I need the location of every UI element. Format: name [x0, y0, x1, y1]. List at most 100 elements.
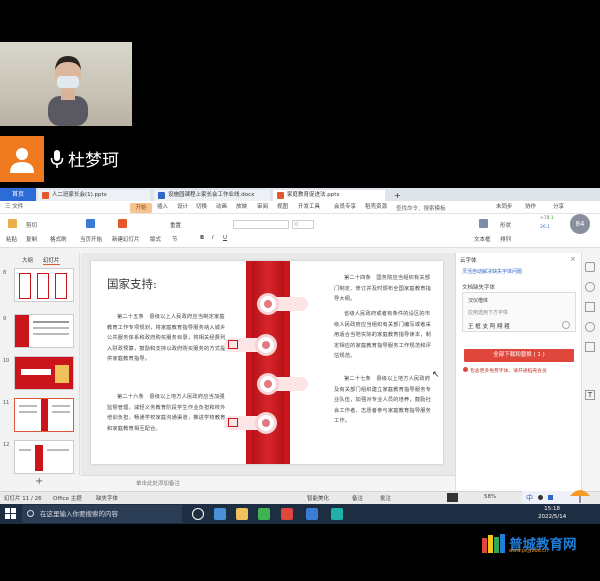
- camera-feed: [0, 42, 132, 126]
- umbrella-icon: [570, 490, 590, 503]
- underline-button[interactable]: U: [223, 235, 227, 241]
- tab-document[interactable]: 设施园课程上家长会工作业线.docx: [154, 190, 270, 201]
- word-file-icon: [158, 192, 165, 199]
- collaborate-button[interactable]: 协作: [525, 204, 536, 211]
- new-slide-button[interactable]: 新建幻灯片: [112, 235, 140, 243]
- tab-slides[interactable]: 幻灯片: [43, 256, 60, 265]
- slide-thumbnail[interactable]: [14, 314, 74, 348]
- reset-button[interactable]: 重置: [170, 221, 181, 229]
- play-icon[interactable]: [86, 219, 95, 228]
- notes-button[interactable]: 备注: [352, 494, 363, 502]
- theme-name: Office 主题: [53, 496, 82, 502]
- document-icon: [228, 418, 238, 427]
- animation-icon[interactable]: [585, 282, 595, 292]
- meeting-app-icon[interactable]: [306, 508, 318, 520]
- slide-thumbnail-selected[interactable]: [14, 398, 74, 432]
- tab-document-active[interactable]: 家庭教育促进法.pptx: [273, 190, 385, 201]
- tab-outline[interactable]: 大纲: [22, 256, 33, 264]
- shape-button[interactable]: 形状: [500, 221, 511, 229]
- system-clock[interactable]: 15:18 2022/5/14: [538, 505, 566, 521]
- section-button[interactable]: 节: [172, 235, 178, 243]
- tab-home[interactable]: 首页: [0, 188, 36, 201]
- menu-slideshow[interactable]: 放映: [236, 204, 247, 211]
- clock-time: 15:18: [544, 506, 561, 512]
- cpu-usage-badge: 84: [570, 214, 590, 234]
- punctuation-icon[interactable]: [548, 495, 553, 500]
- wps-icon[interactable]: [281, 508, 293, 520]
- download-icon[interactable]: [562, 321, 570, 329]
- slide-paragraph[interactable]: 第二十五条 县级以上人民政府应当制定家庭教育工作专项规划，将家庭教育指导服务纳入…: [107, 312, 229, 378]
- close-icon[interactable]: ×: [570, 255, 576, 263]
- font-size-select[interactable]: 0: [292, 220, 314, 229]
- ime-mode[interactable]: 中: [526, 493, 533, 503]
- format-painter-button[interactable]: 格式刷: [50, 235, 67, 243]
- share-button[interactable]: 分享: [553, 204, 564, 211]
- new-slide-icon[interactable]: [118, 219, 127, 228]
- missing-fonts-label: 文档缺失字体: [462, 285, 496, 291]
- menu-docer[interactable]: 稻壳资源: [365, 204, 387, 211]
- taskbar-search-input[interactable]: 在这里输入你要搜索的内容: [22, 505, 182, 523]
- download-replace-button[interactable]: 全部下载和替换 ( 1 ): [464, 349, 574, 362]
- sync-status[interactable]: 未同步: [496, 204, 513, 211]
- from-current-button[interactable]: 当页开始: [80, 235, 102, 243]
- slide-thumbnail[interactable]: [14, 268, 74, 302]
- windows-start-icon[interactable]: [5, 508, 16, 519]
- layout-icon[interactable]: [585, 302, 595, 312]
- add-slide-button[interactable]: +: [35, 476, 43, 487]
- slide-title[interactable]: 国家支持:: [107, 276, 157, 292]
- panel-link[interactable]: 灵活自动解决缺失字体问题: [462, 268, 522, 275]
- copy-button[interactable]: 复制: [26, 235, 37, 243]
- menu-member[interactable]: 会员专享: [334, 204, 356, 211]
- layout-button[interactable]: 版式: [150, 235, 161, 243]
- task-view-icon[interactable]: [192, 508, 204, 520]
- command-search-input[interactable]: 查找命令、搜索模板: [396, 204, 478, 212]
- settings-icon[interactable]: [585, 322, 595, 332]
- slide-paragraph[interactable]: 第二十七条 县级以上地方人民政府及有关部门组织建立家庭教育指导服务专业队伍，加强…: [334, 374, 432, 438]
- missing-fonts-status[interactable]: 缺失字体: [96, 494, 118, 502]
- edge-icon[interactable]: [214, 508, 226, 520]
- slide-paragraph[interactable]: 第二十六条 县级以上地方人民政府应当加强监督管理，减轻义务教育阶段学生作业负担和…: [107, 392, 229, 458]
- menu-view[interactable]: 视图: [277, 204, 288, 211]
- tab-document[interactable]: 人二班家长会(1).pptx: [38, 190, 150, 201]
- menu-start[interactable]: 开始: [130, 203, 152, 213]
- new-tab-button[interactable]: +: [392, 190, 404, 201]
- italic-button[interactable]: I: [212, 235, 214, 241]
- member-note[interactable]: 包含更多免费字体、请开通稻壳会员: [470, 367, 547, 374]
- font-family-select[interactable]: [233, 220, 289, 229]
- menu-file[interactable]: 三 文件: [5, 204, 23, 211]
- slide-number: 9: [3, 316, 7, 322]
- paste-icon[interactable]: [8, 219, 17, 228]
- comments-button[interactable]: 批注: [380, 494, 391, 502]
- slide-thumbnail[interactable]: [14, 440, 74, 474]
- text-box-button[interactable]: 文本框: [474, 235, 491, 243]
- menu-transition[interactable]: 切换: [196, 204, 207, 211]
- arrange-button[interactable]: 排列: [500, 235, 511, 243]
- menu-design[interactable]: 设计: [177, 204, 188, 211]
- notes-placeholder[interactable]: 单击此处添加备注: [136, 479, 180, 487]
- smart-beautify-button[interactable]: 智能美化: [307, 494, 329, 502]
- microphone-icon[interactable]: [50, 149, 64, 169]
- timeline-node: [260, 376, 276, 392]
- text-style-icon[interactable]: T: [585, 390, 595, 400]
- paste-button[interactable]: 粘贴: [6, 235, 17, 243]
- slide-thumbnail[interactable]: [14, 356, 74, 390]
- slide-paragraph[interactable]: 第二十四条 国务院应当组织有关部门制定、修订并及时颁布全国家庭教育指导大纲。: [334, 273, 432, 307]
- cut-button[interactable]: 剪切: [26, 221, 37, 229]
- menu-animation[interactable]: 动画: [216, 204, 227, 211]
- copy-icon[interactable]: [585, 342, 595, 352]
- moon-icon[interactable]: [538, 495, 543, 500]
- style-icon[interactable]: [585, 262, 595, 272]
- slide-number: 10: [3, 358, 10, 364]
- slide-paragraph[interactable]: 省级人民政府或者有条件的设区的市级人民政府应当组织有关部门编写或者采用适合当地实…: [334, 309, 432, 363]
- bold-button[interactable]: B: [200, 235, 204, 241]
- browser-icon[interactable]: [331, 508, 343, 520]
- text-box-icon[interactable]: [479, 219, 488, 228]
- font-preview[interactable]: 王 框 支 阿 翔 粗: [468, 322, 510, 330]
- menu-developer[interactable]: 开发工具: [298, 204, 320, 211]
- menu-insert[interactable]: 插入: [157, 204, 168, 211]
- menu-review[interactable]: 审阅: [257, 204, 268, 211]
- wechat-icon[interactable]: [258, 508, 270, 520]
- play-slideshow-button[interactable]: [447, 493, 458, 502]
- file-explorer-icon[interactable]: [236, 508, 248, 520]
- zoom-level[interactable]: 58%: [484, 494, 496, 500]
